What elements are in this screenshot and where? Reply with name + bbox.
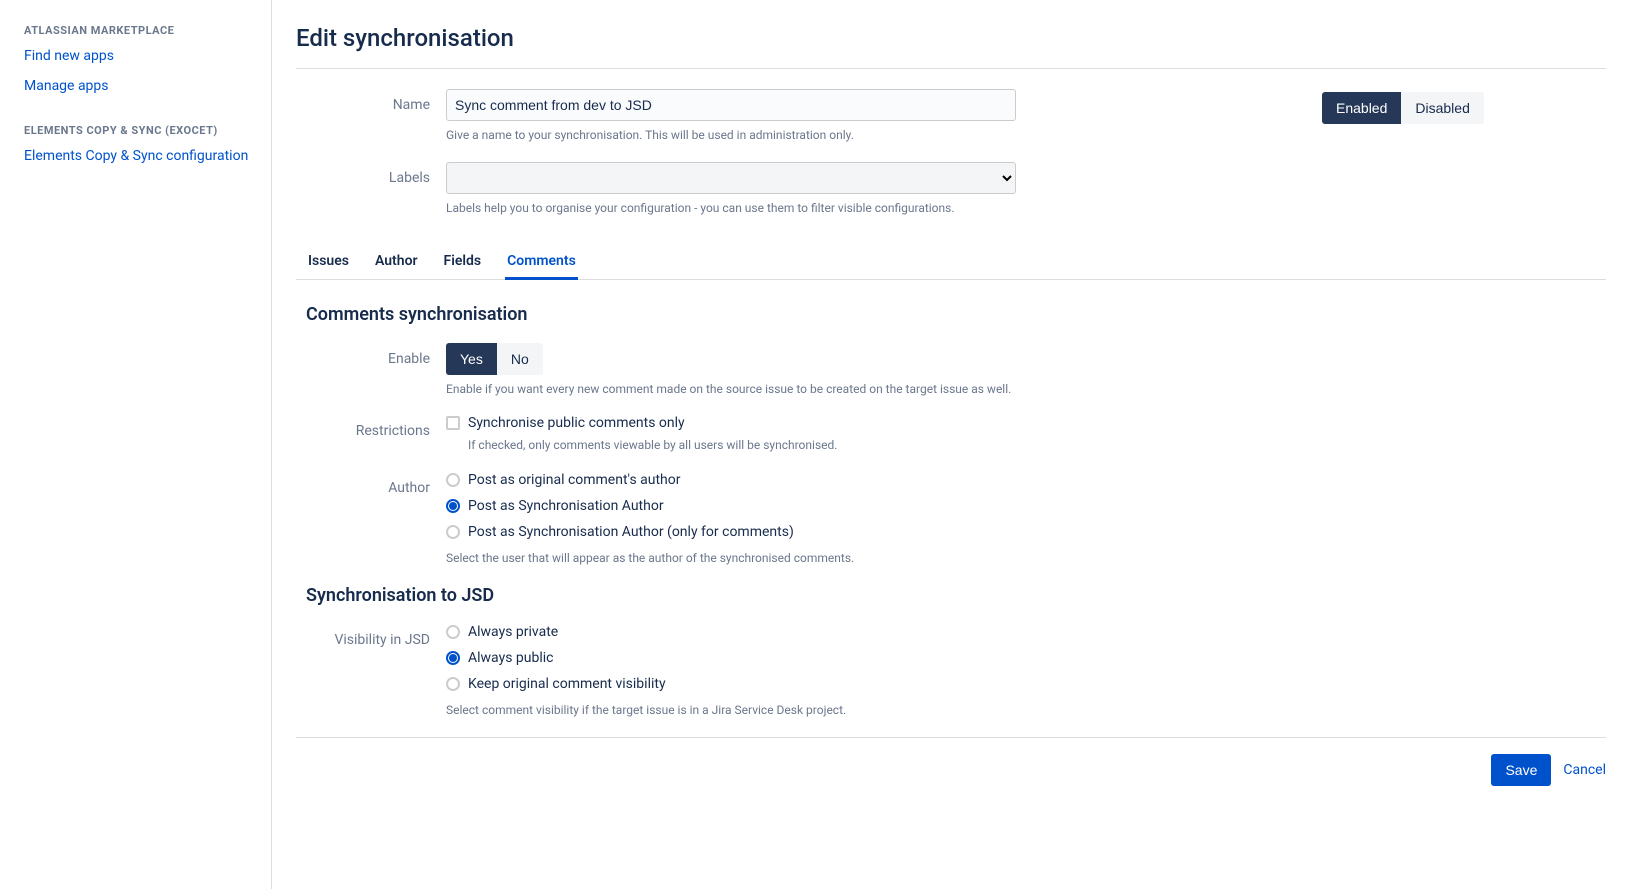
sidebar-section-title: ELEMENTS COPY & SYNC (EXOCET) — [24, 124, 255, 137]
radio-icon[interactable] — [446, 473, 460, 487]
name-helper: Give a name to your synchronisation. Thi… — [446, 127, 1016, 144]
enable-yes-button[interactable]: Yes — [446, 343, 497, 375]
restrictions-checkbox[interactable] — [446, 416, 460, 430]
enable-helper: Enable if you want every new comment mad… — [446, 381, 1606, 398]
divider — [296, 68, 1606, 69]
footer: Save Cancel — [296, 737, 1606, 786]
label-author: Author — [296, 472, 446, 496]
cancel-link[interactable]: Cancel — [1563, 762, 1606, 778]
form-row-visibility: Visibility in JSD Always private Always … — [296, 624, 1606, 719]
author-option-label: Post as original comment's author — [468, 472, 681, 488]
sidebar-section-title: ATLASSIAN MARKETPLACE — [24, 24, 255, 37]
section-title-comments: Comments synchronisation — [306, 304, 1606, 325]
status-disabled-button[interactable]: Disabled — [1401, 92, 1483, 124]
author-option-sync-comments-only[interactable]: Post as Synchronisation Author (only for… — [446, 524, 1606, 540]
sidebar-item-elements-config[interactable]: Elements Copy & Sync configuration — [24, 147, 255, 167]
enable-no-button[interactable]: No — [497, 343, 543, 375]
restrictions-helper: If checked, only comments viewable by al… — [468, 437, 1606, 454]
tabs: Issues Author Fields Comments — [296, 245, 1606, 280]
visibility-option-label: Keep original comment visibility — [468, 676, 666, 692]
tab-issues[interactable]: Issues — [306, 245, 351, 280]
tab-comments[interactable]: Comments — [505, 245, 578, 280]
status-enabled-button[interactable]: Enabled — [1322, 92, 1401, 124]
label-labels: Labels — [296, 162, 446, 186]
sidebar-item-manage-apps[interactable]: Manage apps — [24, 77, 255, 97]
tab-fields[interactable]: Fields — [442, 245, 484, 280]
visibility-helper: Select comment visibility if the target … — [446, 702, 1606, 719]
enable-toggle: Yes No — [446, 343, 543, 375]
author-option-sync[interactable]: Post as Synchronisation Author — [446, 498, 1606, 514]
label-visibility: Visibility in JSD — [296, 624, 446, 648]
visibility-option-public[interactable]: Always public — [446, 650, 1606, 666]
name-input[interactable] — [446, 89, 1016, 121]
labels-select[interactable] — [446, 162, 1016, 194]
page-title: Edit synchronisation — [296, 24, 1606, 52]
sidebar: ATLASSIAN MARKETPLACE Find new apps Mana… — [0, 0, 272, 889]
form-row-restrictions: Restrictions Synchronise public comments… — [296, 415, 1606, 454]
tab-author[interactable]: Author — [373, 245, 420, 280]
form-row-labels: Labels Labels help you to organise your … — [296, 162, 1606, 217]
radio-icon[interactable] — [446, 625, 460, 639]
author-option-label: Post as Synchronisation Author — [468, 498, 664, 514]
visibility-option-keep[interactable]: Keep original comment visibility — [446, 676, 1606, 692]
restrictions-option-label: Synchronise public comments only — [468, 415, 685, 431]
sidebar-section-exocet: ELEMENTS COPY & SYNC (EXOCET) Elements C… — [24, 124, 255, 167]
main-content: Edit synchronisation Enabled Disabled Na… — [272, 0, 1646, 889]
author-option-original[interactable]: Post as original comment's author — [446, 472, 1606, 488]
sidebar-item-find-new-apps[interactable]: Find new apps — [24, 47, 255, 67]
section-title-jsd: Synchronisation to JSD — [306, 585, 1606, 606]
visibility-option-label: Always private — [468, 624, 558, 640]
author-helper: Select the user that will appear as the … — [446, 550, 1606, 567]
label-enable: Enable — [296, 343, 446, 367]
radio-icon[interactable] — [446, 677, 460, 691]
sidebar-section-marketplace: ATLASSIAN MARKETPLACE Find new apps Mana… — [24, 24, 255, 96]
radio-icon[interactable] — [446, 525, 460, 539]
form-row-enable: Enable Yes No Enable if you want every n… — [296, 343, 1606, 398]
radio-icon[interactable] — [446, 499, 460, 513]
visibility-option-label: Always public — [468, 650, 553, 666]
save-button[interactable]: Save — [1491, 754, 1551, 786]
labels-helper: Labels help you to organise your configu… — [446, 200, 1016, 217]
label-name: Name — [296, 89, 446, 113]
label-restrictions: Restrictions — [296, 415, 446, 439]
form-row-author: Author Post as original comment's author… — [296, 472, 1606, 567]
author-option-label: Post as Synchronisation Author (only for… — [468, 524, 794, 540]
visibility-option-private[interactable]: Always private — [446, 624, 1606, 640]
status-toggle: Enabled Disabled — [1322, 92, 1484, 124]
radio-icon[interactable] — [446, 651, 460, 665]
restrictions-checkbox-row[interactable]: Synchronise public comments only — [446, 415, 1606, 431]
